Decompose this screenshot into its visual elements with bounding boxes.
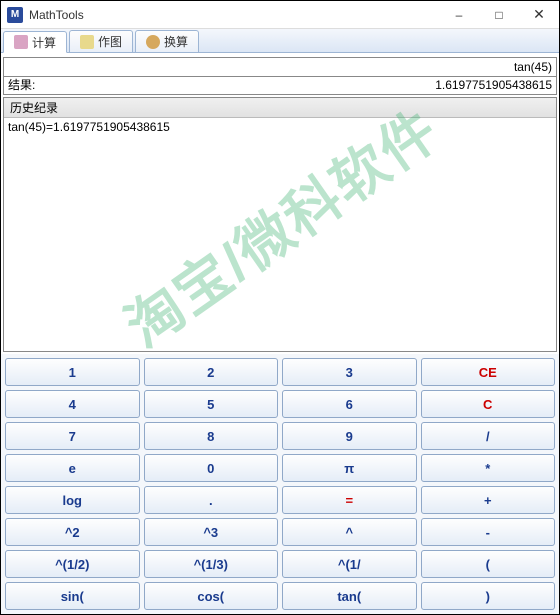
keypad: 123CE 456C 789/ e0π* log.=+ ^2^3^- ^(1/2)^(1/3…	[1, 354, 559, 614]
key-[interactable]: )	[421, 582, 556, 610]
result-row: 结果: 1.6197751905438615	[3, 77, 557, 95]
titlebar: M MathTools – □ ✕	[1, 1, 559, 29]
key-c[interactable]: C	[421, 390, 556, 418]
key-13[interactable]: ^(1/3)	[144, 550, 279, 578]
content-area: tan(45) 结果: 1.6197751905438615 历史纪录 tan(…	[1, 53, 559, 614]
key-[interactable]: .	[144, 486, 279, 514]
history-body: tan(45)=1.6197751905438615	[4, 118, 556, 136]
key-[interactable]: (	[421, 550, 556, 578]
key-[interactable]: ^	[282, 518, 417, 546]
tab-label: 换算	[164, 33, 188, 50]
history-entry: tan(45)=1.6197751905438615	[8, 120, 552, 134]
key-7[interactable]: 7	[5, 422, 140, 450]
tab-label: 计算	[32, 34, 56, 51]
key-sin[interactable]: sin(	[5, 582, 140, 610]
key-2[interactable]: ^2	[5, 518, 140, 546]
tab-convert[interactable]: 换算	[135, 30, 199, 52]
key-3[interactable]: 3	[282, 358, 417, 386]
tab-label: 作图	[98, 33, 122, 50]
key-9[interactable]: 9	[282, 422, 417, 450]
key-log[interactable]: log	[5, 486, 140, 514]
close-button[interactable]: ✕	[519, 1, 559, 28]
tab-bar: 计算 作图 换算	[1, 29, 559, 53]
window-title: MathTools	[29, 8, 439, 22]
key-5[interactable]: 5	[144, 390, 279, 418]
plot-icon	[80, 35, 94, 49]
history-header: 历史纪录	[4, 98, 556, 118]
tab-plot[interactable]: 作图	[69, 30, 133, 52]
key-4[interactable]: 4	[5, 390, 140, 418]
key-6[interactable]: 6	[282, 390, 417, 418]
key-e[interactable]: e	[5, 454, 140, 482]
app-window: M MathTools – □ ✕ 计算 作图 换算 tan(45) 结果: 1…	[0, 0, 560, 615]
key-[interactable]: π	[282, 454, 417, 482]
key-tan[interactable]: tan(	[282, 582, 417, 610]
calc-icon	[14, 35, 28, 49]
key-[interactable]: *	[421, 454, 556, 482]
key-3[interactable]: ^3	[144, 518, 279, 546]
minimize-button[interactable]: –	[439, 1, 479, 28]
key-[interactable]: -	[421, 518, 556, 546]
result-label: 结果:	[4, 77, 39, 94]
key-[interactable]: +	[421, 486, 556, 514]
key-[interactable]: /	[421, 422, 556, 450]
key-0[interactable]: 0	[144, 454, 279, 482]
maximize-button[interactable]: □	[479, 1, 519, 28]
key-cos[interactable]: cos(	[144, 582, 279, 610]
window-controls: – □ ✕	[439, 1, 559, 28]
tab-calculate[interactable]: 计算	[3, 31, 67, 53]
app-icon: M	[7, 7, 23, 23]
key-1[interactable]: 1	[5, 358, 140, 386]
key-[interactable]: =	[282, 486, 417, 514]
key-12[interactable]: ^(1/2)	[5, 550, 140, 578]
history-panel: 历史纪录 tan(45)=1.6197751905438615 淘宝/微科软件	[3, 97, 557, 352]
key-8[interactable]: 8	[144, 422, 279, 450]
convert-icon	[146, 35, 160, 49]
key-ce[interactable]: CE	[421, 358, 556, 386]
key-1[interactable]: ^(1/	[282, 550, 417, 578]
key-2[interactable]: 2	[144, 358, 279, 386]
result-value: 1.6197751905438615	[39, 77, 556, 94]
expression-input[interactable]: tan(45)	[3, 57, 557, 77]
